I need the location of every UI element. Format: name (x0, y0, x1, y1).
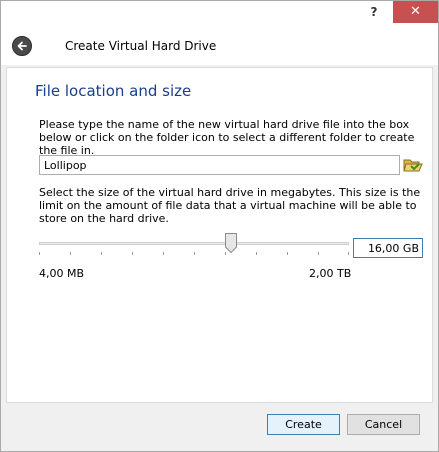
size-instructions: Select the size of the virtual hard driv… (39, 186, 421, 225)
file-name-input[interactable] (39, 155, 400, 175)
slider-max-label: 2,00 TB (309, 267, 352, 280)
dialog-title: Create Virtual Hard Drive (65, 39, 217, 53)
slider-tick (256, 252, 257, 255)
slider-thumb[interactable] (225, 233, 237, 254)
slider-tick (348, 252, 349, 255)
slider-track (39, 242, 349, 245)
size-input[interactable] (353, 238, 423, 258)
help-button[interactable]: ? (359, 1, 389, 23)
slider-tick (287, 252, 288, 255)
back-button[interactable] (12, 36, 32, 56)
slider-tick (132, 252, 133, 255)
wizard-header: Create Virtual Hard Drive (1, 29, 438, 65)
size-slider[interactable] (39, 232, 349, 260)
slider-min-label: 4,00 MB (39, 267, 85, 280)
slider-tick (318, 252, 319, 255)
slider-tick (194, 252, 195, 255)
cancel-button[interactable]: Cancel (347, 414, 420, 435)
slider-tick (70, 252, 71, 255)
slider-tick (101, 252, 102, 255)
slider-tick (39, 252, 40, 255)
folder-open-icon (403, 159, 423, 172)
location-instructions: Please type the name of the new virtual … (39, 118, 415, 157)
close-button[interactable]: ✕ (393, 1, 438, 23)
content-panel: File location and size Please type the n… (6, 67, 433, 403)
dialog-window: ? ✕ Create Virtual Hard Drive File locat… (0, 0, 439, 452)
section-title: File location and size (35, 82, 192, 100)
slider-tick (163, 252, 164, 255)
back-arrow-icon (17, 41, 27, 51)
choose-folder-button[interactable] (403, 156, 423, 174)
create-button[interactable]: Create (267, 414, 340, 435)
title-bar: ? ✕ (1, 1, 438, 29)
